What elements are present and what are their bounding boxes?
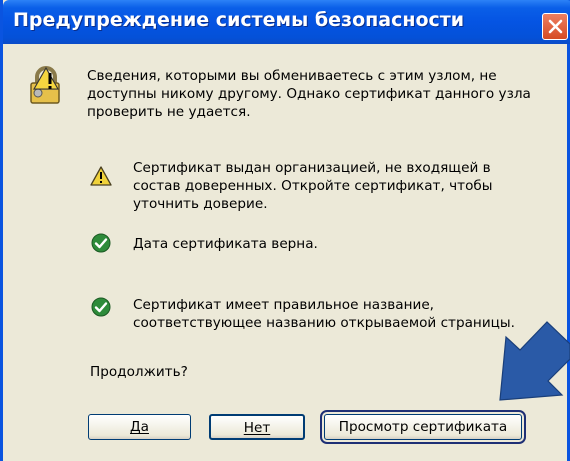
item-3-line-2: соответствующее названию открываемой стр…: [133, 315, 515, 331]
warning-icon: [90, 166, 112, 186]
intro-line-3: проверить не удается.: [87, 104, 251, 120]
view-certificate-button[interactable]: Просмотр сертификата: [320, 410, 526, 444]
intro-line-1: Сведения, которыми вы обмениваетесь с эт…: [87, 68, 497, 84]
yes-button[interactable]: Да: [88, 414, 191, 440]
padlock-warning-icon: [30, 66, 60, 104]
item-3-line-1: Сертификат имеет правильное название,: [133, 297, 435, 313]
titlebar: Предупреждение системы безопасности: [3, 0, 570, 44]
item-1-line-3: уточнить доверие.: [133, 196, 268, 212]
yes-button-label: Да: [130, 419, 149, 435]
check-icon: [91, 297, 111, 317]
no-button[interactable]: Нет: [209, 414, 305, 440]
dialog-title: Предупреждение системы безопасности: [13, 9, 465, 31]
no-button-label: Нет: [243, 420, 271, 436]
close-button[interactable]: [542, 13, 568, 40]
item-2-line-1: Дата сертификата верна.: [133, 236, 318, 252]
item-1-line-1: Сертификат выдан организацией, не входящ…: [133, 160, 491, 176]
view-certificate-button-label: Просмотр сертификата: [338, 419, 508, 435]
close-icon: [548, 19, 563, 34]
continue-question: Продолжить?: [90, 364, 188, 380]
item-1-line-2: состав доверенных. Откройте сертификат, …: [133, 178, 493, 194]
security-alert-dialog: Предупреждение системы безопасности Свед…: [0, 0, 570, 461]
check-icon: [91, 233, 111, 253]
intro-line-2: доступны никому другому. Однако сертифик…: [87, 86, 531, 102]
